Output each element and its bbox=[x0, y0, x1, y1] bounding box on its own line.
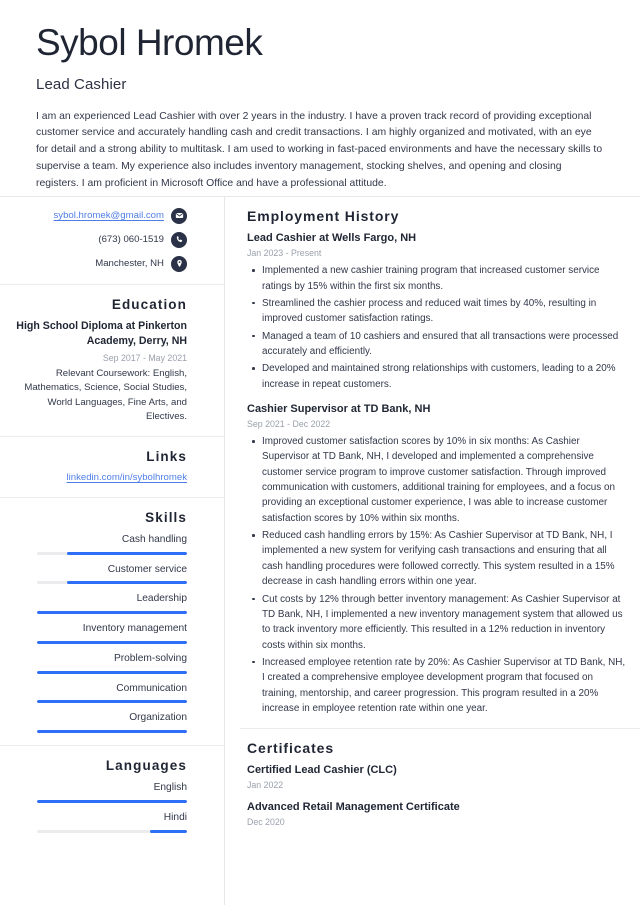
contact-phone-row: (673) 060-1519 bbox=[12, 231, 187, 248]
education-description: Relevant Coursework: English, Mathematic… bbox=[24, 368, 187, 423]
certificates-section: Certificates Certified Lead Cashier (CLC… bbox=[225, 729, 640, 838]
skill-level-fill bbox=[67, 551, 187, 555]
candidate-job-title: Lead Cashier bbox=[36, 75, 127, 93]
skills-section: Skills Cash handling Customer service Le… bbox=[0, 498, 224, 745]
links-heading: Links bbox=[146, 448, 187, 464]
job-title: Cashier Supervisor at TD Bank, NH bbox=[247, 402, 431, 415]
language-label: Hindi bbox=[163, 811, 187, 823]
skills-heading: Skills bbox=[145, 509, 187, 525]
skill-level-bar bbox=[37, 551, 187, 555]
job-bullet: Cut costs by 12% through better inventor… bbox=[247, 592, 626, 653]
skill-item: Cash handling bbox=[37, 534, 187, 555]
skill-label: Problem-solving bbox=[113, 652, 187, 664]
skill-level-fill bbox=[67, 581, 187, 585]
language-label: English bbox=[153, 782, 187, 794]
job-bullet: Managed a team of 10 cashiers and ensure… bbox=[247, 329, 626, 360]
skill-item: Leadership bbox=[37, 593, 187, 615]
skill-level-fill bbox=[37, 670, 187, 674]
skill-item: Inventory management bbox=[37, 623, 187, 644]
education-degree: High School Diploma at Pinkerton Academy… bbox=[16, 320, 187, 348]
language-item: Hindi bbox=[37, 812, 187, 833]
candidate-name: Sybol Hromek bbox=[36, 22, 263, 63]
skill-item: Problem-solving bbox=[37, 653, 187, 674]
job-bullet: Streamlined the cashier process and redu… bbox=[247, 296, 626, 327]
job-title: Lead Cashier at Wells Fargo, NH bbox=[247, 232, 417, 244]
contact-section: sybol.hromek@gmail.com (673) 060-1519 Ma… bbox=[0, 197, 224, 284]
phone-icon bbox=[171, 231, 187, 248]
skill-label: Leadership bbox=[136, 593, 187, 605]
skill-item: Organization bbox=[37, 712, 187, 734]
job-entry: Lead Cashier at Wells Fargo, NH Jan 2023… bbox=[247, 231, 626, 392]
job-bullet: Improved customer satisfaction scores by… bbox=[247, 434, 626, 526]
job-entry: Cashier Supervisor at TD Bank, NH Sep 20… bbox=[247, 402, 626, 716]
skill-level-bar bbox=[37, 640, 187, 644]
links-section: Links linkedin.com/in/sybolhromek bbox=[0, 437, 224, 497]
language-item: English bbox=[37, 782, 187, 803]
job-date: Jan 2023 - Present bbox=[247, 247, 322, 258]
language-level-fill bbox=[149, 829, 187, 833]
education-section: Education High School Diploma at Pinkert… bbox=[0, 285, 224, 436]
job-date: Sep 2021 - Dec 2022 bbox=[247, 418, 331, 429]
certificate-entry: Certified Lead Cashier (CLC) Jan 2022 bbox=[247, 763, 626, 791]
linkedin-link[interactable]: linkedin.com/in/sybolhromek bbox=[66, 472, 187, 483]
job-bullet-list: Improved customer satisfaction scores by… bbox=[247, 434, 626, 716]
envelope-icon bbox=[171, 207, 187, 224]
certificate-entry: Advanced Retail Management Certificate D… bbox=[247, 800, 626, 828]
resume-page: Sybol Hromek Lead Cashier I am an experi… bbox=[0, 0, 640, 905]
location-text: Manchester, NH bbox=[95, 257, 164, 269]
certificates-heading: Certificates bbox=[247, 740, 335, 757]
professional-summary: I am an experienced Lead Cashier with ov… bbox=[36, 110, 603, 189]
skill-level-fill bbox=[37, 611, 187, 615]
contact-location-row: Manchester, NH bbox=[12, 255, 187, 272]
education-heading: Education bbox=[111, 297, 187, 312]
skill-item: Customer service bbox=[37, 564, 187, 585]
contact-email-row[interactable]: sybol.hromek@gmail.com bbox=[12, 207, 187, 224]
main-column: Employment History Lead Cashier at Wells… bbox=[225, 197, 640, 905]
link-item[interactable]: linkedin.com/in/sybolhromek bbox=[12, 471, 187, 485]
job-bullet: Developed and maintained strong relation… bbox=[247, 361, 626, 392]
language-level-fill bbox=[37, 799, 187, 803]
skill-level-bar bbox=[37, 700, 187, 704]
location-pin-icon bbox=[171, 255, 187, 272]
skill-label: Cash handling bbox=[121, 533, 187, 545]
languages-heading: Languages bbox=[105, 758, 187, 774]
email-link[interactable]: sybol.hromek@gmail.com bbox=[53, 210, 164, 222]
skill-level-fill bbox=[37, 700, 187, 704]
certificate-name: Certified Lead Cashier (CLC) bbox=[247, 764, 397, 777]
certificate-date: Dec 2020 bbox=[247, 817, 285, 828]
skill-level-fill bbox=[37, 640, 187, 644]
skill-label: Inventory management bbox=[82, 623, 187, 635]
skill-level-bar bbox=[37, 581, 187, 585]
employment-history-section: Employment History Lead Cashier at Wells… bbox=[225, 197, 640, 728]
language-level-bar bbox=[37, 829, 187, 833]
language-level-bar bbox=[37, 799, 187, 803]
resume-body: sybol.hromek@gmail.com (673) 060-1519 Ma… bbox=[0, 197, 640, 905]
certificate-name: Advanced Retail Management Certificate bbox=[247, 801, 460, 814]
job-bullet: Increased employee retention rate by 20%… bbox=[247, 655, 626, 716]
job-bullet-list: Implemented a new cashier training progr… bbox=[247, 263, 626, 392]
skill-level-bar bbox=[37, 730, 187, 734]
skill-label: Customer service bbox=[107, 563, 187, 575]
skill-item: Communication bbox=[37, 683, 187, 704]
sidebar: sybol.hromek@gmail.com (673) 060-1519 Ma… bbox=[0, 197, 225, 905]
job-bullet: Reduced cash handling errors by 15%: As … bbox=[247, 528, 626, 589]
phone-number: (673) 060-1519 bbox=[98, 233, 164, 245]
certificate-date: Jan 2022 bbox=[247, 780, 284, 791]
employment-history-heading: Employment History bbox=[247, 208, 400, 224]
skill-label: Communication bbox=[116, 682, 187, 694]
education-date: Sep 2017 - May 2021 bbox=[102, 352, 187, 363]
skill-level-fill bbox=[37, 730, 187, 734]
skill-level-bar bbox=[37, 670, 187, 674]
skill-level-bar bbox=[37, 611, 187, 615]
skill-label: Organization bbox=[129, 712, 187, 724]
languages-section: Languages English Hindi bbox=[0, 746, 224, 845]
resume-header: Sybol Hromek Lead Cashier I am an experi… bbox=[0, 0, 640, 193]
job-bullet: Implemented a new cashier training progr… bbox=[247, 263, 626, 294]
